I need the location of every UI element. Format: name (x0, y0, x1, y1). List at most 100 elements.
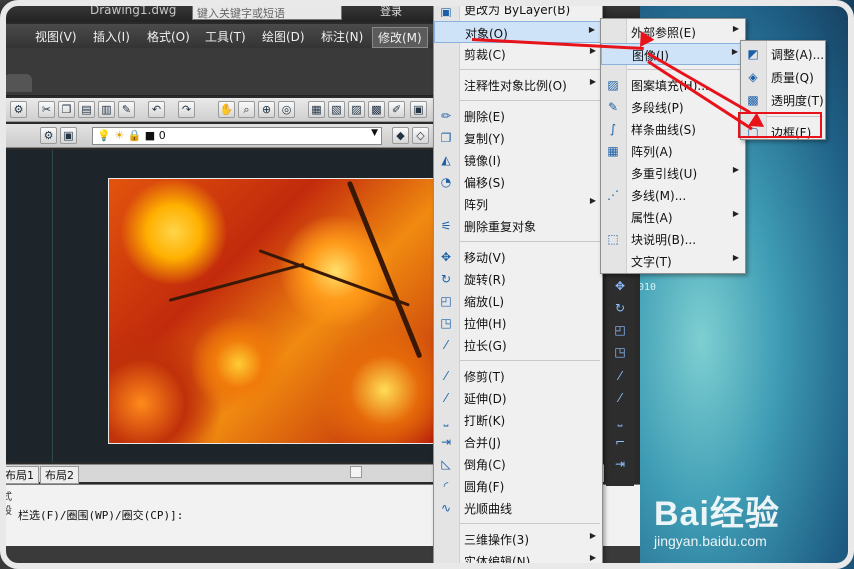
menu-item-label: 旋转(R) (464, 273, 506, 287)
menu-item-modify-2[interactable]: 注释性对象比例(O) ▶ (434, 74, 602, 96)
menu-item-modify-5[interactable]: ◭ 镜像(I) (434, 149, 602, 171)
zoom-previous-icon[interactable]: ◎ (278, 101, 295, 118)
menu-item-modify-4[interactable]: ❐ 复制(Y) (434, 127, 602, 149)
menu-item-object-6[interactable]: 多重引线(U) ▶ (601, 162, 745, 184)
cut-icon[interactable]: ✂ (38, 101, 55, 118)
tab-layout1[interactable]: 布局1 (0, 466, 39, 484)
menu-item-modify-8[interactable]: ⚟ 删除重复对象 (434, 215, 602, 237)
stretch-icon: ◳ (440, 316, 452, 330)
menu-view[interactable]: 视图(V) (30, 27, 82, 46)
menu-item-modify-19[interactable]: ◜ 圆角(F) (434, 475, 602, 497)
stretch-icon[interactable]: ◳ (612, 344, 628, 360)
rotate-icon[interactable]: ↻ (612, 300, 628, 316)
menu-item-image-0[interactable]: ◩ 调整(A)... (741, 43, 825, 65)
menu-item-modify-20[interactable]: ∿ 光顺曲线 (434, 497, 602, 519)
markup-icon[interactable]: ✐ (388, 101, 405, 118)
menu-separator (460, 100, 600, 101)
redo-icon[interactable]: ↷ (178, 101, 195, 118)
layer-settings-icon[interactable]: ⚙ (40, 127, 57, 144)
menu-item-modify-6[interactable]: ◔ 偏移(S) (434, 171, 602, 193)
menu-item-modify-22[interactable]: 实体编辑(N) ▶ (434, 550, 602, 569)
menu-item-modify-13[interactable]: ⁄ 拉长(G) (434, 334, 602, 356)
break-icon[interactable]: ⎵ (612, 412, 628, 428)
menu-item-object-4[interactable]: ∫ 样条曲线(S) (601, 118, 745, 140)
layer-previous-icon[interactable]: ◆ (392, 127, 409, 144)
menu-item-modify-16[interactable]: ⎵ 打断(K) (434, 409, 602, 431)
extend-icon: ⁄ (444, 391, 447, 405)
menu-item-modify-3[interactable]: ✏ 删除(E) (434, 105, 602, 127)
design-center-icon[interactable]: ▧ (328, 101, 345, 118)
match-properties-icon[interactable]: ⚙ (10, 101, 27, 118)
menu-item-object-7[interactable]: ⋰ 多线(M)... (601, 184, 745, 206)
scale-icon[interactable]: ◰ (612, 322, 628, 338)
trim-icon[interactable]: ⁄ (612, 368, 628, 384)
brush-icon[interactable]: ✎ (118, 101, 135, 118)
menu-format[interactable]: 格式(O) (142, 27, 195, 46)
login-link[interactable]: 登录 (380, 3, 402, 19)
menu-item-object-0[interactable]: 外部参照(E) ▶ (601, 21, 745, 43)
desktop-label: 010 (638, 282, 657, 293)
file-tab[interactable] (4, 74, 32, 92)
menu-item-modify-17[interactable]: ⇥ 合并(J) (434, 431, 602, 453)
menu-item-object-10[interactable]: 文字(T) ▶ (601, 250, 745, 272)
menu-item-object-8[interactable]: 属性(A) ▶ (601, 206, 745, 228)
undo-icon[interactable]: ↶ (148, 101, 165, 118)
menu-item-modify-12[interactable]: ◳ 拉伸(H) (434, 312, 602, 334)
horizontal-scrollbar-thumb[interactable] (350, 466, 362, 478)
menu-modify[interactable]: 修改(M) (372, 27, 428, 48)
paste-icon[interactable]: ▤ (78, 101, 95, 118)
search-input[interactable]: 键入关键字或短语 (192, 3, 342, 20)
layer-iso-icon[interactable]: ◇ (412, 127, 429, 144)
pan-icon[interactable]: ✋ (218, 101, 235, 118)
properties-icon[interactable]: ▦ (308, 101, 325, 118)
menu-item-label: 删除重复对象 (464, 220, 537, 234)
raster-image-autumn-leaves[interactable] (108, 178, 434, 444)
submenu-arrow-icon: ▶ (732, 165, 739, 174)
zoom-window-icon[interactable]: ⊕ (258, 101, 275, 118)
layer-color-icon: ■ (144, 129, 156, 142)
lengthen-icon: ⁄ (444, 338, 447, 352)
join-icon[interactable]: ⇥ (612, 456, 628, 472)
menu-item-modify-18[interactable]: ◺ 倒角(C) (434, 453, 602, 475)
sheet-set-icon[interactable]: ▩ (368, 101, 385, 118)
move-icon[interactable]: ✥ (612, 278, 628, 294)
menu-item-object-5[interactable]: ▦ 阵列(A) (601, 140, 745, 162)
menu-item-modify-14[interactable]: ⁄ 修剪(T) (434, 365, 602, 387)
menu-item-label: 光顺曲线 (464, 502, 513, 516)
copy-clip-icon[interactable]: ❐ (58, 101, 75, 118)
menu-item-modify-7[interactable]: 阵列 ▶ (434, 193, 602, 215)
chamfer-icon: ◺ (441, 457, 451, 471)
menu-tools[interactable]: 工具(T) (200, 27, 251, 46)
menu-item-label: 实体编辑(N) (464, 555, 531, 569)
menu-item-label: 删除(E) (464, 110, 505, 124)
tab-layout2[interactable]: 布局2 (40, 466, 79, 484)
tool-palettes-icon[interactable]: ▨ (348, 101, 365, 118)
menu-item-label: 注释性对象比例(O) (464, 79, 567, 93)
menu-item-modify-10[interactable]: ↻ 旋转(R) (434, 268, 602, 290)
object-submenu: 外部参照(E)▶图像(I)▶▨图案填充(H)...✎多段线(P)∫样条曲线(S)… (600, 18, 746, 274)
menu-item-modify-21[interactable]: 三维操作(3) ▶ (434, 528, 602, 550)
menu-item-label: 缩放(L) (464, 295, 505, 309)
offset-icon: ◔ (440, 175, 452, 189)
menu-item-modify-11[interactable]: ◰ 缩放(L) (434, 290, 602, 312)
object-icon (439, 25, 455, 41)
chevron-down-icon: ▼ (371, 128, 378, 138)
menu-insert[interactable]: 插入(I) (88, 27, 135, 46)
menu-draw[interactable]: 绘图(D) (257, 27, 310, 46)
menu-item-object-9[interactable]: ⬚ 块说明(B)... (601, 228, 745, 250)
menu-dimension[interactable]: 标注(N) (316, 27, 368, 46)
menu-item-bylayer[interactable]: ▣ 更改为 ByLayer(B) (434, 1, 602, 17)
menu-item-image-1[interactable]: ◈ 质量(Q) (741, 66, 825, 88)
calculator-icon[interactable]: ▣ (410, 101, 427, 118)
break-at-point-icon[interactable]: ⌐ (612, 434, 628, 450)
menu-item-label: 质量(Q) (771, 71, 814, 85)
menu-item-modify-9[interactable]: ✥ 移动(V) (434, 246, 602, 268)
paste-special-icon[interactable]: ▥ (98, 101, 115, 118)
layer-combo[interactable]: 💡 ☀ 🔒 ■ 0 ▼ (92, 127, 382, 145)
menu-item-modify-15[interactable]: ⁄ 延伸(D) (434, 387, 602, 409)
menu-item-image-2[interactable]: ▩ 透明度(T) (741, 89, 825, 111)
zoom-realtime-icon[interactable]: ⌕ (238, 101, 255, 118)
menu-item-label: 透明度(T) (771, 94, 824, 108)
extend-icon[interactable]: ⁄ (612, 390, 628, 406)
layer-state-icon[interactable]: ▣ (60, 127, 77, 144)
